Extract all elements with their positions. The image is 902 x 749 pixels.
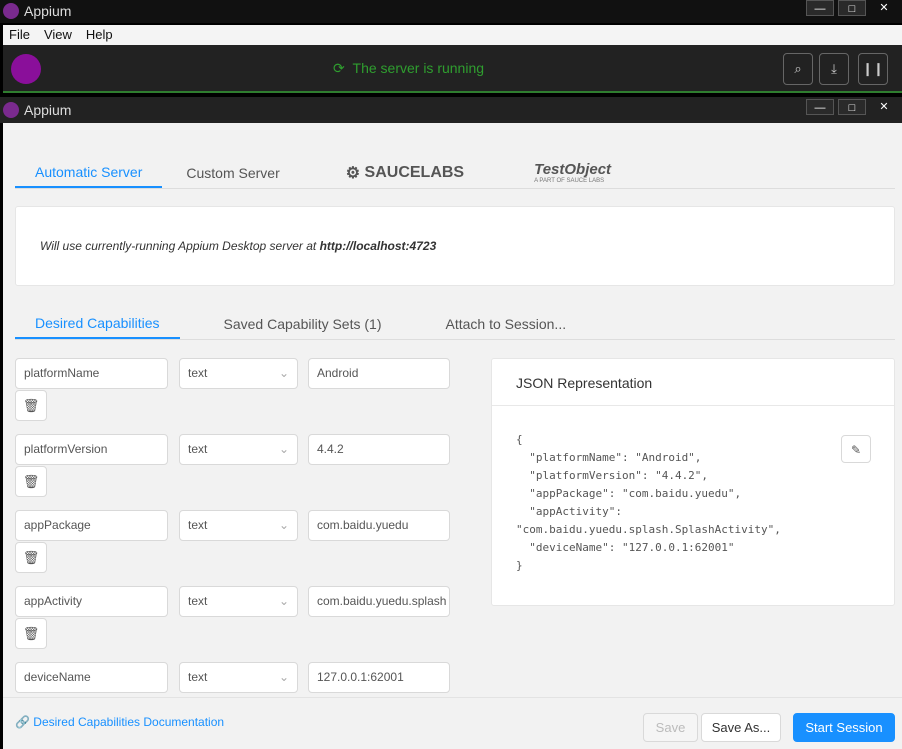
download-icon: ⤓ (831, 61, 837, 76)
capability-value-input[interactable]: com.baidu.yuedu (308, 510, 450, 541)
maximize-button[interactable]: □ (838, 0, 866, 16)
link-icon: 🔗 (15, 715, 30, 729)
server-info-text: Will use currently-running Appium Deskto… (40, 239, 436, 253)
menu-file[interactable]: File (9, 25, 30, 45)
chevron-down-icon: ⌄ (278, 670, 289, 684)
tab-automatic-server[interactable]: Automatic Server (15, 157, 163, 188)
capability-name-input[interactable]: deviceName (15, 662, 168, 693)
capability-type-select[interactable]: text ⌄ (179, 358, 298, 389)
capability-type-select[interactable]: text ⌄ (179, 434, 298, 465)
testobject-sub: A PART OF SAUCE LABS (534, 178, 605, 184)
type-value: text (188, 442, 208, 456)
capability-name-input[interactable]: platformName (15, 358, 168, 389)
appium-logo-icon (3, 3, 19, 19)
saucelabs-logo: SAUCELABS (364, 163, 465, 181)
type-value: text (188, 366, 208, 380)
capability-name-input[interactable]: appPackage (15, 510, 168, 541)
close-button[interactable]: ✕ (870, 99, 898, 115)
type-value: text (188, 670, 208, 684)
server-info-card: Will use currently-running Appium Deskto… (15, 206, 895, 286)
download-button[interactable]: ⤓ (819, 53, 849, 85)
chevron-down-icon: ⌄ (278, 442, 289, 456)
server-status: ⟳ The server is running (333, 60, 484, 77)
trash-icon: 🗑 (22, 474, 40, 489)
json-panel-title: JSON Representation (492, 359, 894, 406)
pause-button[interactable]: ❙❙ (858, 53, 888, 85)
minimize-button[interactable]: — (806, 99, 834, 115)
delete-capability-button[interactable]: 🗑 (15, 466, 47, 497)
chevron-down-icon: ⌄ (278, 366, 289, 380)
chevron-down-icon: ⌄ (278, 518, 289, 532)
appium-logo-icon (11, 54, 41, 84)
save-as-button[interactable]: Save As... (701, 713, 781, 742)
search-icon: ⌕ (794, 61, 802, 76)
inner-title-bar: Appium — □ ✕ (0, 97, 902, 123)
type-value: text (188, 518, 208, 532)
chevron-down-icon: ⌄ (278, 594, 289, 608)
delete-capability-button[interactable]: 🗑 (15, 390, 47, 421)
capability-name-input[interactable]: platformVersion (15, 434, 168, 465)
delete-capability-button[interactable]: 🗑 (15, 618, 47, 649)
capability-tabs: Desired Capabilities Saved Capability Se… (15, 309, 895, 340)
trash-icon: 🗑 (22, 626, 40, 641)
capability-type-select[interactable]: text ⌄ (179, 662, 298, 693)
search-button[interactable]: ⌕ (783, 53, 813, 85)
server-status-text: The server is running (352, 60, 485, 76)
refresh-icon: ⟳ (333, 60, 345, 76)
tab-saved-capability-sets[interactable]: Saved Capability Sets (1) (204, 309, 402, 339)
start-session-button[interactable]: Start Session (793, 713, 895, 742)
docs-link-text: Desired Capabilities Documentation (33, 715, 225, 729)
menu-help[interactable]: Help (86, 25, 113, 45)
capability-name-input[interactable]: appActivity (15, 586, 168, 617)
capability-value-input[interactable]: 127.0.0.1:62001 (308, 662, 450, 693)
capability-type-select[interactable]: text ⌄ (179, 510, 298, 541)
json-panel: JSON Representation { "platformName": "A… (491, 358, 895, 606)
testobject-logo: TestObject (534, 161, 612, 178)
pause-icon: ❙❙ (862, 61, 884, 76)
minimize-button[interactable]: — (806, 0, 834, 16)
trash-icon: 🗑 (22, 398, 40, 413)
pencil-icon: ✎ (850, 443, 862, 457)
docs-link[interactable]: 🔗 Desired Capabilities Documentation (15, 715, 224, 729)
tab-testobject[interactable]: TestObject A PART OF SAUCE LABS (514, 157, 631, 188)
server-tabs: Automatic Server Custom Server ⚙ SAUCELA… (15, 157, 895, 189)
trash-icon: 🗑 (22, 550, 40, 565)
session-content: Automatic Server Custom Server ⚙ SAUCELA… (3, 123, 902, 749)
server-status-bar: ⟳ The server is running ⌕ ⤓ ❙❙ (3, 45, 902, 93)
save-button[interactable]: Save (643, 713, 698, 742)
capability-value-input[interactable]: Android (308, 358, 450, 389)
capability-value-input[interactable]: 4.4.2 (308, 434, 450, 465)
capability-type-select[interactable]: text ⌄ (179, 586, 298, 617)
edit-json-button[interactable]: ✎ (841, 435, 871, 463)
maximize-button[interactable]: □ (838, 99, 866, 115)
tab-attach-to-session[interactable]: Attach to Session... (425, 309, 586, 339)
type-value: text (188, 594, 208, 608)
window-title: Appium (24, 3, 72, 19)
json-body: { "platformName": "Android", "platformVe… (516, 433, 781, 572)
window-title: Appium (24, 102, 72, 118)
tab-saucelabs[interactable]: ⚙ SAUCELABS (326, 157, 484, 188)
tab-custom-server[interactable]: Custom Server (166, 157, 299, 188)
close-button[interactable]: ✕ (870, 0, 898, 16)
footer: 🔗 Desired Capabilities Documentation Sav… (3, 697, 902, 749)
delete-capability-button[interactable]: 🗑 (15, 542, 47, 573)
menu-bar: File View Help (3, 25, 902, 45)
tab-desired-capabilities[interactable]: Desired Capabilities (15, 309, 180, 339)
appium-logo-icon (3, 102, 19, 118)
capability-value-input[interactable]: com.baidu.yuedu.splash (308, 586, 450, 617)
info-text: Will use currently-running Appium Deskto… (40, 239, 320, 253)
server-url: http://localhost:4723 (319, 239, 437, 253)
saucelabs-logo-icon: ⚙ (345, 164, 361, 182)
outer-title-bar: Appium — □ ✕ (0, 0, 902, 23)
menu-view[interactable]: View (44, 25, 72, 45)
